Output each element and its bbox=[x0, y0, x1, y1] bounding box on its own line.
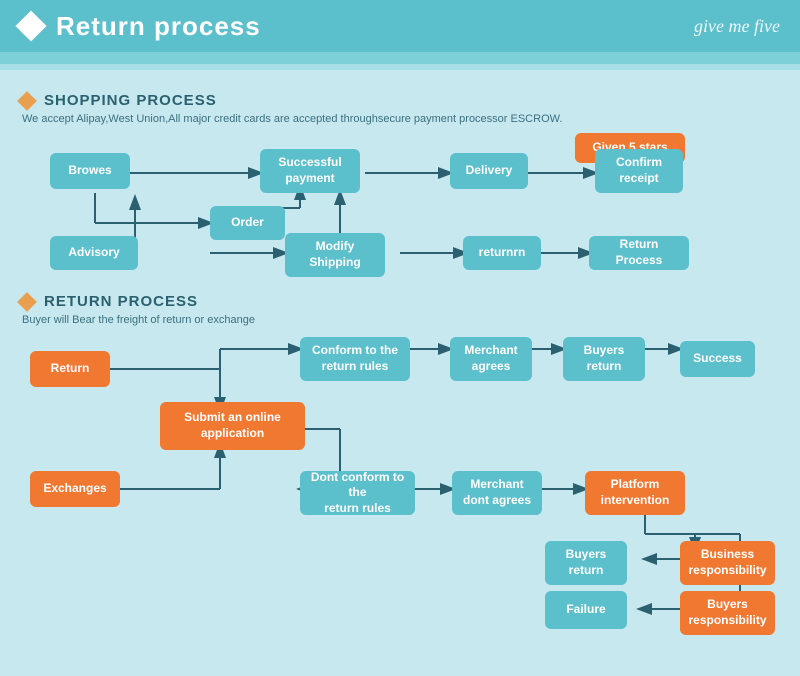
box-order: Order bbox=[210, 206, 285, 240]
header-title: Return process bbox=[56, 11, 261, 42]
shopping-diagram: Given 5 stars Browes Successful payment … bbox=[20, 133, 780, 293]
ribbon bbox=[0, 52, 800, 70]
box-successful-payment: Successful payment bbox=[260, 149, 360, 193]
box-dont-conform-rules: Dont conform to the return rules bbox=[300, 471, 415, 515]
box-returnrn: returnrn bbox=[463, 236, 541, 270]
box-buyers-responsibility: Buyers responsibility bbox=[680, 591, 775, 635]
box-return: Return bbox=[30, 351, 110, 387]
box-delivery: Delivery bbox=[450, 153, 528, 189]
box-advisory: Advisory bbox=[50, 236, 138, 270]
header-brand: give me five bbox=[694, 16, 780, 37]
return-subtitle: Buyer will Bear the freight of return or… bbox=[22, 314, 780, 326]
shopping-diamond bbox=[17, 91, 37, 111]
box-platform-intervention: Platform intervention bbox=[585, 471, 685, 515]
box-merchant-agrees: Merchant agrees bbox=[450, 337, 532, 381]
box-browes: Browes bbox=[50, 153, 130, 189]
header: Return process give me five bbox=[0, 0, 800, 52]
box-success: Success bbox=[680, 341, 755, 377]
box-buyers-return1: Buyers return bbox=[563, 337, 645, 381]
return-diagram: Return Exchanges Submit an online applic… bbox=[20, 334, 780, 644]
box-business-responsibility: Business responsibility bbox=[680, 541, 775, 585]
box-modify-shipping: Modify Shipping bbox=[285, 233, 385, 277]
box-exchanges: Exchanges bbox=[30, 471, 120, 507]
box-buyers-return2: Buyers return bbox=[545, 541, 627, 585]
box-confirm-receipt: Confirm receipt bbox=[595, 149, 683, 193]
box-merchant-dont-agrees: Merchant dont agrees bbox=[452, 471, 542, 515]
return-diamond bbox=[17, 292, 37, 312]
return-section-header: RETURN PROCESS bbox=[20, 293, 780, 310]
box-return-process: Return Process bbox=[589, 236, 689, 270]
shopping-section-header: SHOPPING PROCESS bbox=[20, 92, 780, 109]
header-diamond bbox=[15, 10, 46, 41]
box-submit-online: Submit an online application bbox=[160, 402, 305, 450]
box-failure: Failure bbox=[545, 591, 627, 629]
shopping-subtitle: We accept Alipay,West Union,All major cr… bbox=[22, 113, 780, 125]
shopping-title: SHOPPING PROCESS bbox=[44, 92, 217, 109]
return-title: RETURN PROCESS bbox=[44, 293, 198, 310]
box-conform-rules: Conform to the return rules bbox=[300, 337, 410, 381]
main-content: SHOPPING PROCESS We accept Alipay,West U… bbox=[0, 70, 800, 676]
